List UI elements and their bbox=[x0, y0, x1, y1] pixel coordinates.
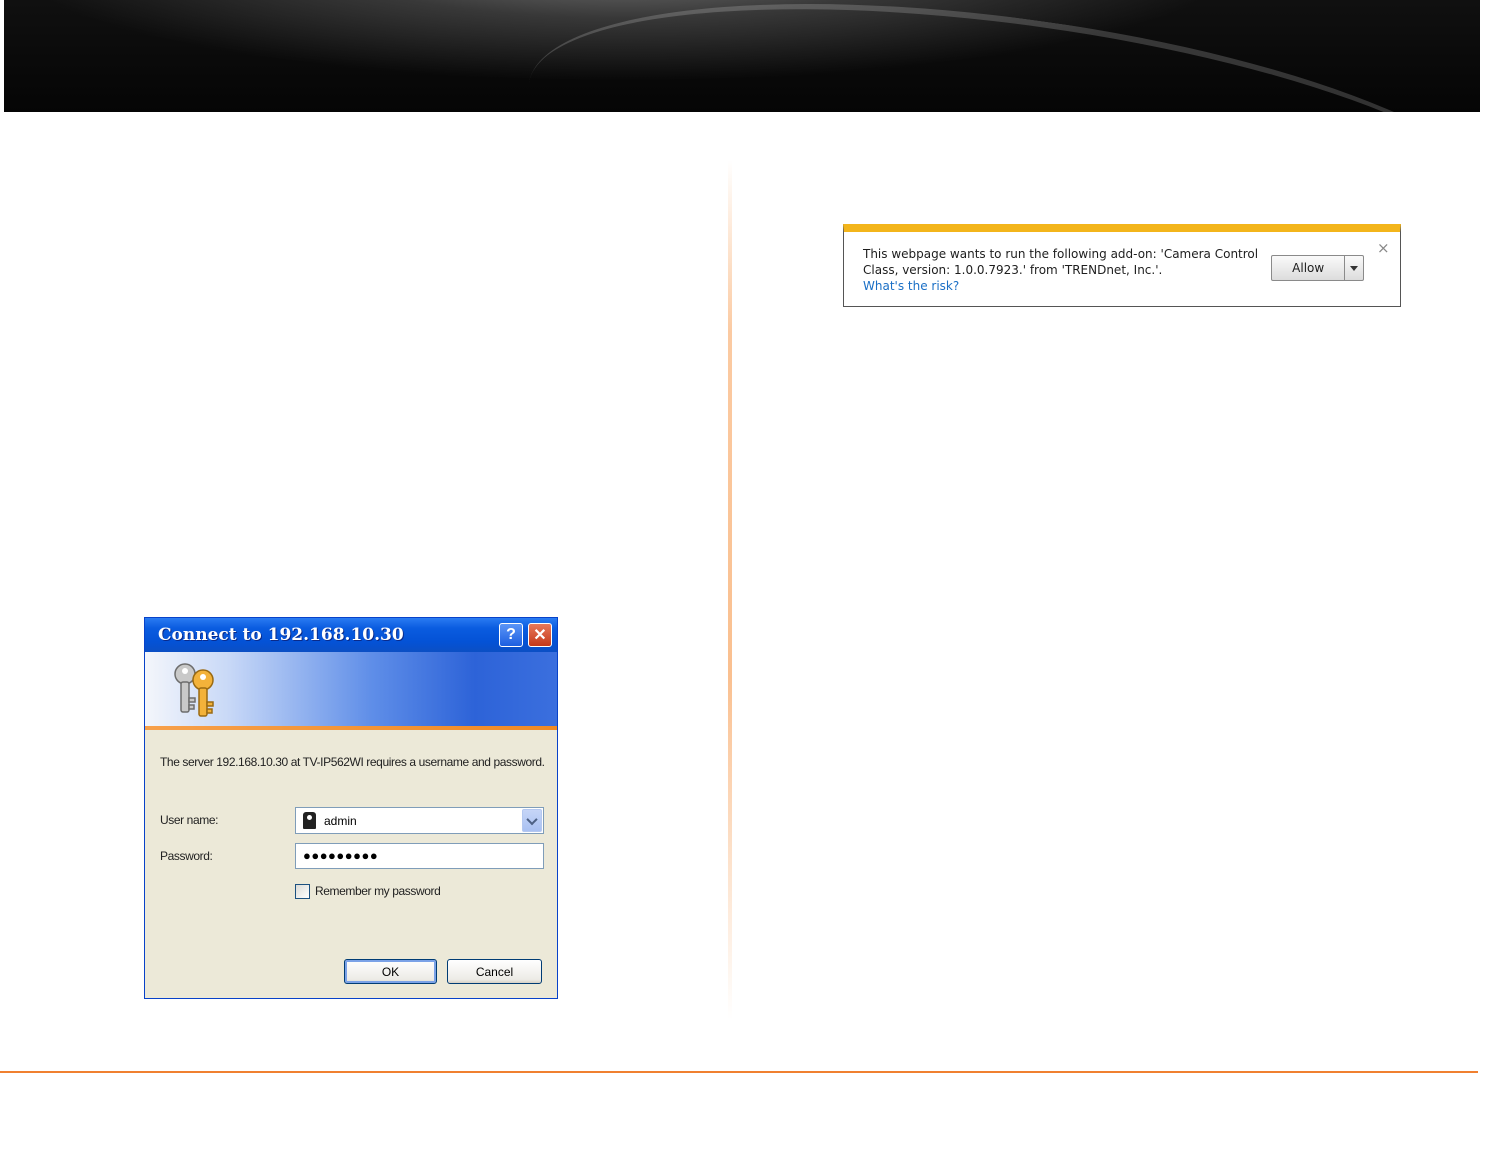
remember-password-label[interactable]: Remember my password bbox=[315, 884, 441, 898]
header-banner bbox=[4, 0, 1480, 112]
dialog-title: Connect to 192.168.10.30 bbox=[158, 625, 404, 645]
password-field[interactable]: ●●●●●●●●● bbox=[295, 843, 544, 869]
user-icon bbox=[303, 812, 316, 829]
username-value: admin bbox=[324, 813, 357, 828]
username-dropdown-button[interactable] bbox=[522, 809, 542, 832]
whats-the-risk-link[interactable]: What's the risk? bbox=[863, 279, 959, 293]
cancel-button[interactable]: Cancel bbox=[447, 959, 542, 984]
username-label: User name: bbox=[160, 813, 219, 827]
banner-divider bbox=[145, 726, 557, 730]
allow-button[interactable]: Allow bbox=[1271, 255, 1364, 281]
close-icon[interactable]: × bbox=[1377, 239, 1390, 257]
chevron-down-icon bbox=[526, 813, 538, 825]
chevron-down-icon bbox=[1350, 265, 1359, 271]
username-combobox[interactable]: admin bbox=[295, 807, 544, 834]
addon-message: This webpage wants to run the following … bbox=[863, 247, 1259, 277]
allow-dropdown-toggle[interactable] bbox=[1344, 256, 1363, 280]
ok-button[interactable]: OK bbox=[344, 959, 437, 984]
login-dialog: Connect to 192.168.10.30 ? ✕ The server … bbox=[144, 617, 558, 999]
column-divider bbox=[728, 160, 732, 1020]
close-button[interactable]: ✕ bbox=[528, 623, 552, 647]
allow-button-label: Allow bbox=[1292, 261, 1325, 275]
dialog-title-bar[interactable]: Connect to 192.168.10.30 ? ✕ bbox=[145, 618, 557, 652]
help-button[interactable]: ? bbox=[499, 623, 523, 647]
remember-password-checkbox[interactable] bbox=[295, 884, 310, 899]
auth-message: The server 192.168.10.30 at TV-IP562WI r… bbox=[160, 755, 545, 769]
password-label: Password: bbox=[160, 849, 213, 863]
footer-divider bbox=[0, 1071, 1478, 1073]
keys-icon bbox=[174, 663, 214, 717]
addon-notification-bar: This webpage wants to run the following … bbox=[843, 224, 1401, 307]
